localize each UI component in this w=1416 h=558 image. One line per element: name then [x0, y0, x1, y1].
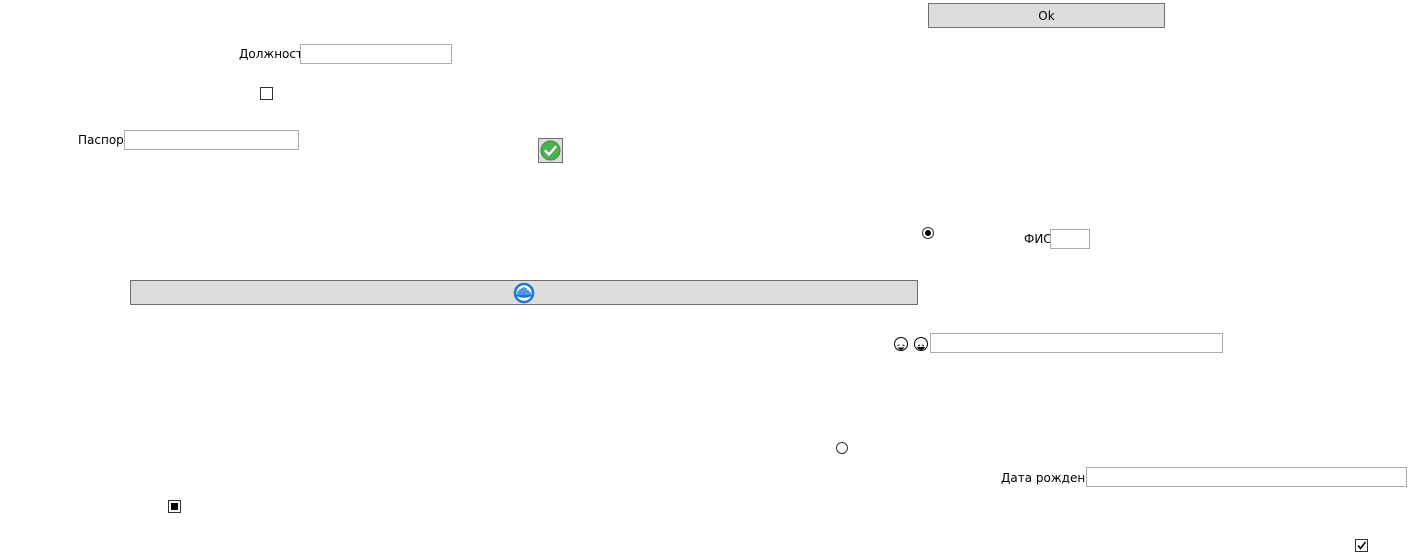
checkmark-icon [1357, 541, 1367, 550]
laughing-face-icon [894, 337, 908, 351]
checkbox-indeterminate[interactable] [168, 500, 181, 513]
emoji-input[interactable] [930, 333, 1223, 353]
ok-button[interactable]: Ok [928, 3, 1165, 28]
radio-unselected[interactable] [836, 442, 848, 454]
passport-input[interactable] [124, 130, 299, 150]
checkbox-unchecked[interactable] [260, 87, 273, 100]
grinning-face-icon [914, 337, 928, 351]
loading-button[interactable] [130, 280, 918, 305]
fio-label: ФИО [1024, 232, 1053, 246]
radio-selected[interactable] [922, 227, 934, 239]
birth-date-input[interactable] [1086, 467, 1407, 487]
fio-input[interactable] [1050, 229, 1090, 249]
confirm-image-button[interactable] [538, 138, 563, 163]
position-input[interactable] [300, 44, 452, 64]
loading-spinner-icon [513, 282, 535, 303]
green-check-icon [540, 140, 561, 161]
checkbox-checked[interactable] [1355, 539, 1368, 552]
passport-label: Паспорт [78, 133, 131, 147]
